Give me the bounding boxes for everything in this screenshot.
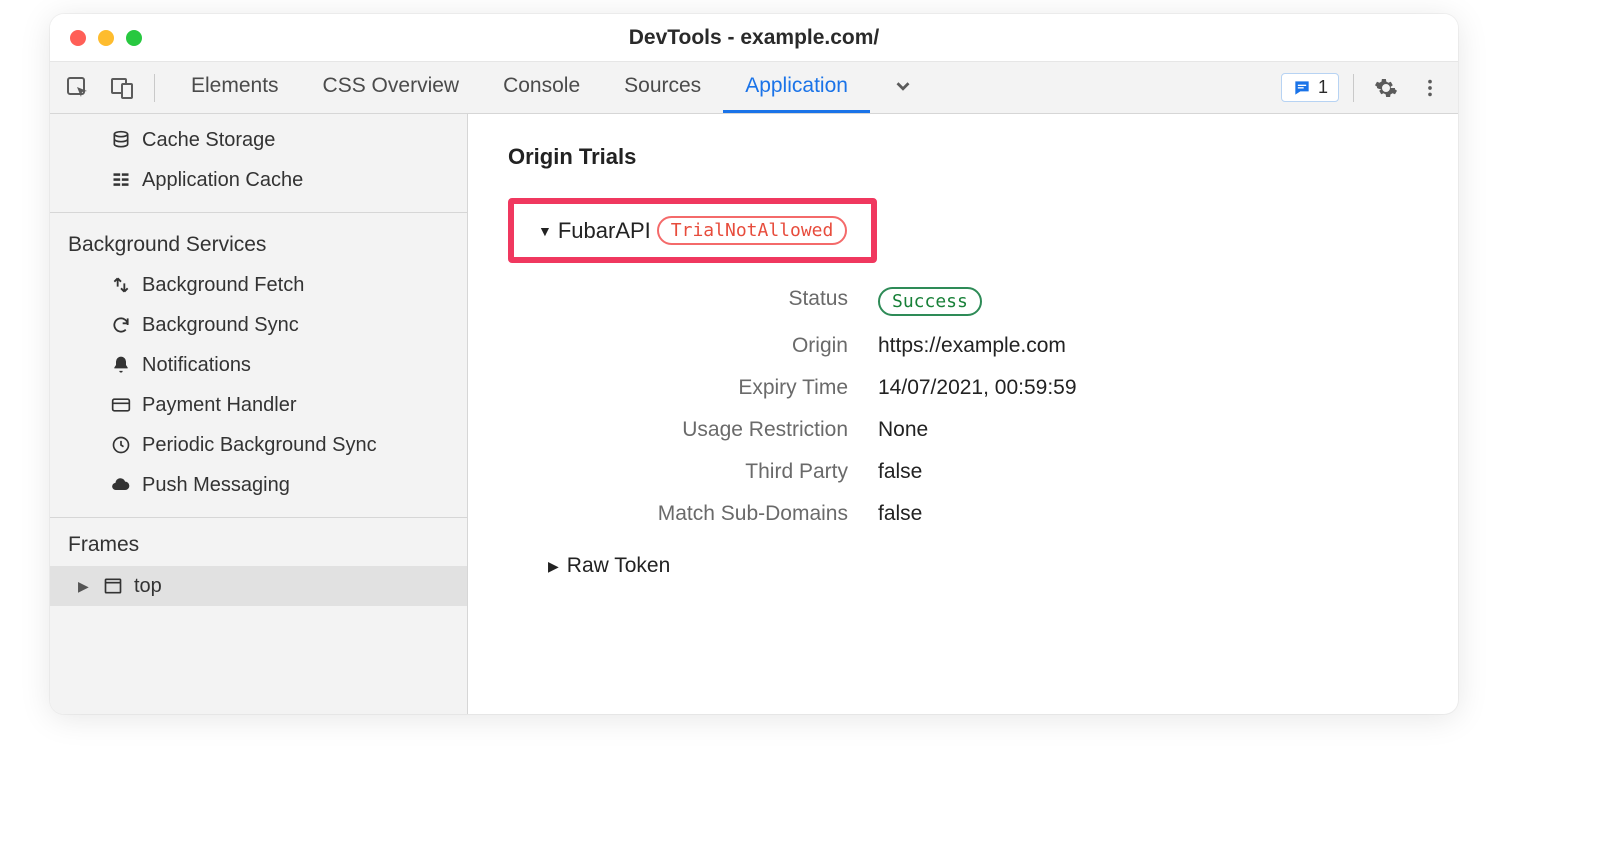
issues-count: 1 <box>1318 77 1328 98</box>
window-title: DevTools - example.com/ <box>629 26 880 50</box>
trial-row[interactable]: ▼ FubarAPI TrialNotAllowed <box>538 216 847 245</box>
tab-sources[interactable]: Sources <box>602 62 723 113</box>
sidebar-section-frames: Frames <box>50 524 467 566</box>
devtools-window: DevTools - example.com/ Elements CSS Ove… <box>50 14 1458 714</box>
tab-elements[interactable]: Elements <box>169 62 301 113</box>
trial-status-badge: TrialNotAllowed <box>657 216 848 245</box>
sidebar-item-application-cache[interactable]: Application Cache <box>50 160 467 200</box>
minimize-icon[interactable] <box>98 30 114 46</box>
chevron-right-icon: ▶ <box>548 558 559 575</box>
toolbar-divider <box>154 74 155 102</box>
sidebar-item-label: Background Sync <box>142 314 299 337</box>
panel-body: Cache Storage Application Cache Backgrou… <box>50 114 1458 714</box>
raw-token-row[interactable]: ▶ Raw Token <box>548 554 1418 578</box>
sidebar-item-cache-storage[interactable]: Cache Storage <box>50 120 467 160</box>
sidebar-item-periodic-sync[interactable]: Periodic Background Sync <box>50 425 467 465</box>
devtools-toolbar: Elements CSS Overview Console Sources Ap… <box>50 62 1458 114</box>
clock-icon <box>110 435 132 455</box>
sidebar-item-notifications[interactable]: Notifications <box>50 345 467 385</box>
window-icon <box>102 576 124 596</box>
sidebar-item-payment-handler[interactable]: Payment Handler <box>50 385 467 425</box>
grid-icon <box>110 170 132 190</box>
sidebar-item-frame-top[interactable]: ▶ top <box>50 566 467 606</box>
maximize-icon[interactable] <box>126 30 142 46</box>
label-expiry: Expiry Time <box>548 376 848 400</box>
sidebar-item-push-messaging[interactable]: Push Messaging <box>50 465 467 505</box>
kebab-menu-icon[interactable] <box>1412 70 1448 106</box>
highlight-annotation: ▼ FubarAPI TrialNotAllowed <box>508 198 877 263</box>
sidebar-item-label: Background Fetch <box>142 274 304 297</box>
sidebar-item-label: Push Messaging <box>142 474 290 497</box>
toolbar-divider <box>1353 74 1354 102</box>
value-expiry: 14/07/2021, 00:59:59 <box>878 376 1418 400</box>
cloud-icon <box>110 475 132 495</box>
chat-icon <box>1292 78 1312 98</box>
panel-tabs: Elements CSS Overview Console Sources Ap… <box>169 62 936 113</box>
close-icon[interactable] <box>70 30 86 46</box>
origin-trials-panel: Origin Trials ▼ FubarAPI TrialNotAllowed… <box>468 114 1458 714</box>
label-status: Status <box>548 287 848 316</box>
application-sidebar: Cache Storage Application Cache Backgrou… <box>50 114 468 714</box>
raw-token-label: Raw Token <box>567 554 671 578</box>
sidebar-item-label: Application Cache <box>142 169 303 192</box>
bell-icon <box>110 355 132 375</box>
inspect-icon[interactable] <box>60 70 96 106</box>
trial-name: FubarAPI <box>558 218 651 244</box>
sidebar-item-background-sync[interactable]: Background Sync <box>50 305 467 345</box>
sidebar-item-label: Periodic Background Sync <box>142 434 377 457</box>
chevron-down-icon: ▼ <box>538 223 552 239</box>
value-origin: https://example.com <box>878 334 1418 358</box>
tabs-overflow-icon[interactable] <box>870 62 936 113</box>
sidebar-item-background-fetch[interactable]: Background Fetch <box>50 265 467 305</box>
tab-application[interactable]: Application <box>723 62 870 113</box>
sidebar-item-label: Payment Handler <box>142 394 297 417</box>
tab-css-overview[interactable]: CSS Overview <box>301 62 482 113</box>
sidebar-item-label: Cache Storage <box>142 129 275 152</box>
value-match-subdomains: false <box>878 502 1418 526</box>
issues-badge[interactable]: 1 <box>1281 73 1339 102</box>
window-titlebar: DevTools - example.com/ <box>50 14 1458 62</box>
card-icon <box>110 395 132 415</box>
label-match-subdomains: Match Sub-Domains <box>548 502 848 526</box>
window-controls <box>70 30 142 46</box>
gear-icon[interactable] <box>1368 70 1404 106</box>
refresh-icon <box>110 315 132 335</box>
tab-console[interactable]: Console <box>481 62 602 113</box>
sidebar-item-label: Notifications <box>142 354 251 377</box>
updown-icon <box>110 275 132 295</box>
trial-details: Status Success Origin https://example.co… <box>548 287 1418 526</box>
label-third-party: Third Party <box>548 460 848 484</box>
value-third-party: false <box>878 460 1418 484</box>
frame-label: top <box>134 575 162 598</box>
panel-heading: Origin Trials <box>508 144 1418 170</box>
sidebar-section-background: Background Services <box>50 225 467 265</box>
label-usage: Usage Restriction <box>548 418 848 442</box>
database-icon <box>110 130 132 150</box>
status-badge: Success <box>878 287 982 316</box>
value-usage: None <box>878 418 1418 442</box>
device-toggle-icon[interactable] <box>104 70 140 106</box>
label-origin: Origin <box>548 334 848 358</box>
chevron-right-icon: ▶ <box>78 578 92 595</box>
